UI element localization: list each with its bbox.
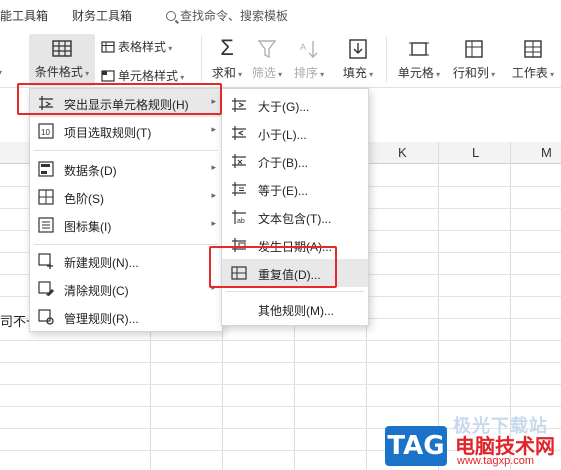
clear-rules-icon <box>38 281 54 296</box>
sort-button[interactable]: A 排序 <box>292 36 326 81</box>
worksheet-icon <box>524 40 542 58</box>
svg-text:ab: ab <box>237 218 245 225</box>
menu-item-color-scale[interactable]: 色阶(S) ▸ <box>30 183 222 211</box>
greater-than-icon <box>232 98 246 112</box>
row-col-icon <box>465 40 483 58</box>
duplicate-values-icon <box>231 266 247 280</box>
submenu-item-text-contains[interactable]: ab 文本包含(T)... <box>222 203 368 231</box>
svg-text:A: A <box>300 42 306 52</box>
chevron-right-icon: ▸ <box>211 218 216 228</box>
submenu-item-duplicate-values[interactable]: 重复值(D)... <box>222 259 368 287</box>
tag-logo: TAG <box>385 426 447 466</box>
grid-line <box>0 406 561 407</box>
ribbon-left-fragment[interactable] <box>0 67 2 78</box>
databar-icon <box>38 161 54 177</box>
manage-rules-icon <box>38 309 54 325</box>
highlight-rules-submenu: 大于(G)... 小于(L)... 介于(B)... 等于(E)... ab 文… <box>221 88 369 326</box>
row-col-button[interactable]: 行和列 <box>451 36 497 81</box>
menu-separator <box>226 291 364 292</box>
chevron-right-icon: ▸ <box>211 96 216 106</box>
submenu-item-between[interactable]: 介于(B)... <box>222 147 368 175</box>
cell-icon <box>409 42 429 56</box>
menu-separator <box>34 150 218 151</box>
between-icon <box>232 154 246 168</box>
filter-label: 筛选 <box>250 64 284 81</box>
menu-item-new-rule[interactable]: 新建规则(N)... <box>30 247 222 275</box>
less-than-icon <box>232 126 246 140</box>
submenu-item-equal[interactable]: 等于(E)... <box>222 175 368 203</box>
svg-text:10: 10 <box>41 128 50 137</box>
cell-button[interactable]: 单元格 <box>396 36 442 81</box>
cell-style-button[interactable]: 单元格样式 <box>101 67 184 84</box>
fill-down-icon <box>349 39 367 59</box>
conditional-format-menu: 突出显示单元格规则(H) ▸ 10 项目选取规则(T) ▸ 数据条(D) ▸ 色… <box>29 88 223 332</box>
date-occurring-icon <box>232 238 246 252</box>
column-header-l[interactable]: L <box>472 145 479 160</box>
site-watermark: 极光下载站 TAG 电脑技术网 www.tagxp.com <box>385 416 561 470</box>
chevron-right-icon: ▸ <box>211 124 216 134</box>
submenu-item-date-occurring[interactable]: 发生日期(A)... <box>222 231 368 259</box>
table-style-icon <box>101 41 115 53</box>
menu-item-icon-sets[interactable]: 图标集(I) ▸ <box>30 211 222 239</box>
sort-label: 排序 <box>292 64 326 81</box>
conditional-format-button[interactable]: 条件格式 <box>29 34 95 86</box>
conditional-format-icon <box>52 40 72 57</box>
menu-item-highlight-rules[interactable]: 突出显示单元格规则(H) ▸ <box>30 89 222 117</box>
new-rule-icon <box>38 253 53 269</box>
highlight-rules-icon <box>39 96 53 110</box>
text-contains-icon: ab <box>232 210 246 225</box>
grid-line <box>0 362 561 363</box>
menu-item-clear-rules[interactable]: 清除规则(C) ▸ <box>30 275 222 303</box>
fill-button[interactable]: 填充 <box>340 36 376 81</box>
color-scale-icon <box>38 189 54 205</box>
chevron-right-icon: ▸ <box>211 162 216 172</box>
tab-smart-toolbox[interactable]: 能工具箱 <box>0 7 48 24</box>
cell-label: 单元格 <box>396 64 442 81</box>
filter-button[interactable]: 筛选 <box>250 36 284 81</box>
menu-item-data-bars[interactable]: 数据条(D) ▸ <box>30 155 222 183</box>
menu-item-top-rules[interactable]: 10 项目选取规则(T) ▸ <box>30 117 222 145</box>
sum-label: 求和 <box>210 64 244 81</box>
fill-label: 填充 <box>340 64 376 81</box>
sum-icon: Σ <box>220 35 234 60</box>
top-tab-bar: 能工具箱 财务工具箱 查找命令、搜索模板 <box>0 0 561 30</box>
grid-line <box>0 384 561 385</box>
worksheet-button[interactable]: 工作表 <box>508 36 558 81</box>
sum-button[interactable]: Σ 求和 <box>210 36 244 81</box>
submenu-item-less-than[interactable]: 小于(L)... <box>222 119 368 147</box>
ribbon-separator <box>201 36 202 82</box>
search-label: 查找命令、搜索模板 <box>180 9 289 23</box>
icon-set-icon <box>38 217 54 233</box>
ribbon-separator <box>386 36 387 82</box>
watermark-url: www.tagxp.com <box>457 455 535 467</box>
submenu-item-greater-than[interactable]: 大于(G)... <box>222 91 368 119</box>
top10-icon: 10 <box>38 123 54 139</box>
equal-icon <box>232 182 246 196</box>
menu-item-manage-rules[interactable]: 管理规则(R)... <box>30 303 222 331</box>
tab-finance-toolbox[interactable]: 财务工具箱 <box>72 7 132 24</box>
search-icon <box>166 11 176 21</box>
sort-icon: A <box>300 41 318 58</box>
chevron-right-icon: ▸ <box>211 282 216 292</box>
command-search[interactable]: 查找命令、搜索模板 <box>166 7 288 24</box>
column-header-k[interactable]: K <box>398 145 407 160</box>
grid-line <box>0 340 561 341</box>
filter-icon <box>257 40 277 59</box>
ribbon: 条件格式 表格样式 单元格样式 Σ 求和 筛选 A 排序 <box>0 30 561 88</box>
conditional-format-label: 条件格式 <box>29 63 95 80</box>
row-col-label: 行和列 <box>451 64 497 81</box>
worksheet-label: 工作表 <box>508 64 558 81</box>
cell-style-label: 单元格样式 <box>118 69 184 83</box>
menu-separator <box>34 244 218 245</box>
chevron-right-icon: ▸ <box>211 190 216 200</box>
table-style-button[interactable]: 表格样式 <box>101 38 172 55</box>
table-style-label: 表格样式 <box>118 40 172 54</box>
submenu-item-other-rules[interactable]: 其他规则(M)... <box>222 295 368 323</box>
cell-style-icon <box>101 70 115 82</box>
column-header-m[interactable]: M <box>541 145 552 160</box>
